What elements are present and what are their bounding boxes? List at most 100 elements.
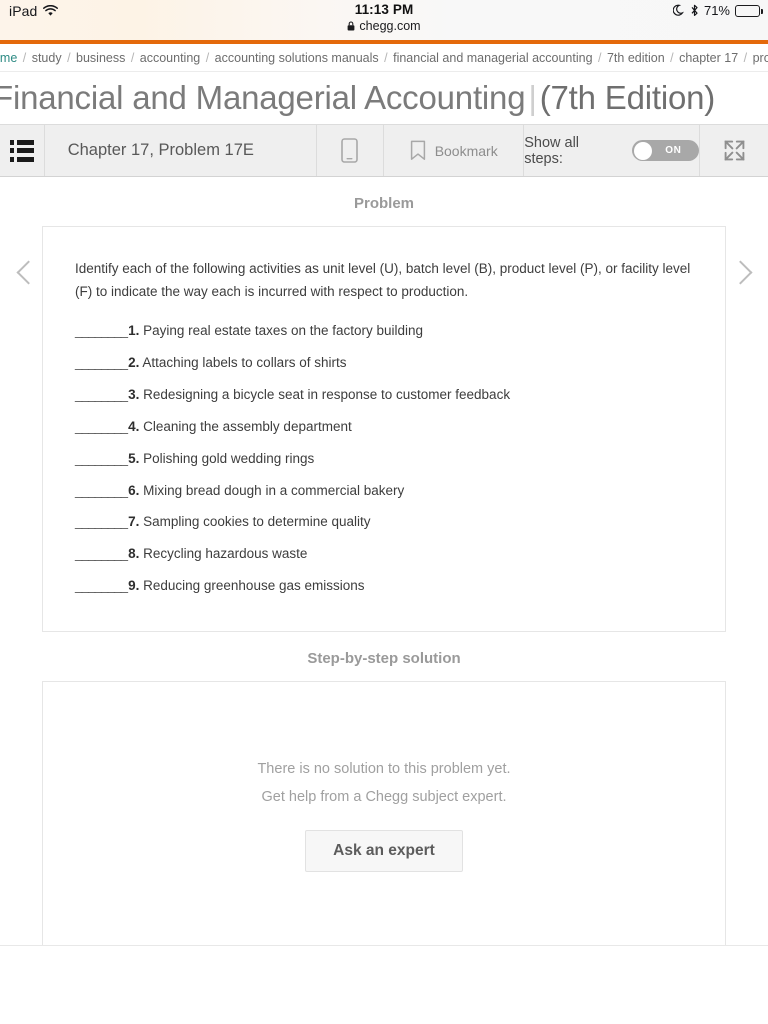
breadcrumb-sep: /	[666, 50, 678, 65]
mobile-device-icon	[341, 138, 359, 163]
activity-item: ________4. Cleaning the assembly departm…	[75, 411, 693, 443]
activity-list: ________1. Paying real estate taxes on t…	[75, 315, 693, 602]
solution-card: There is no solution to this problem yet…	[42, 680, 726, 946]
activity-item: ________5. Polishing gold wedding rings	[75, 443, 693, 475]
activity-item: ________2. Attaching labels to collars o…	[75, 347, 693, 379]
bookmark-icon	[410, 140, 425, 160]
chapter-problem-label: Chapter 17, Problem 17E	[67, 141, 254, 159]
toc-menu-button[interactable]	[0, 125, 45, 176]
breadcrumb-sep: /	[19, 50, 30, 65]
device-name-label: iPad	[9, 3, 38, 19]
page-title: Financial and Managerial Accounting|(7th…	[0, 79, 715, 117]
breadcrumb-item-business[interactable]: business	[76, 51, 125, 65]
activity-number: 4.	[128, 418, 140, 434]
problem-prompt: Identify each of the following activitie…	[75, 261, 691, 300]
answer-blank[interactable]: ________	[75, 323, 128, 338]
activity-text: Polishing gold wedding rings	[143, 450, 315, 466]
page-bottom-divider	[0, 944, 768, 946]
book-title-text: Financial and Managerial Accounting	[0, 79, 526, 116]
answer-blank[interactable]: ________	[75, 451, 128, 466]
breadcrumb-sep: /	[594, 50, 605, 65]
activity-text: Paying real estate taxes on the factory …	[143, 322, 424, 338]
battery-percent-label: 71%	[703, 3, 730, 18]
activity-number: 5.	[128, 450, 140, 466]
breadcrumb-item-book[interactable]: financial and managerial accounting	[393, 51, 592, 65]
activity-number: 8.	[128, 546, 140, 562]
book-edition-text: (7th Edition)	[539, 79, 716, 116]
activity-number: 3.	[128, 386, 140, 402]
breadcrumb-sep: /	[740, 50, 751, 65]
clock-label: 11:13 PM	[354, 2, 414, 17]
activity-number: 7.	[128, 514, 140, 530]
breadcrumb: home / study / business / accounting / a…	[0, 44, 768, 72]
bookmark-button[interactable]: Bookmark	[384, 125, 525, 176]
activity-item: ________1. Paying real estate taxes on t…	[75, 315, 693, 347]
mobile-app-button[interactable]	[317, 125, 385, 176]
answer-blank[interactable]: ________	[75, 514, 128, 529]
show-all-steps-control: Show all steps: ON	[524, 125, 701, 176]
breadcrumb-sep: /	[202, 50, 213, 65]
breadcrumb-item-problem[interactable]: problem	[753, 51, 768, 65]
status-bar-center: 11:13 PM chegg.com	[0, 2, 768, 33]
breadcrumb-sep: /	[127, 50, 138, 65]
answer-blank[interactable]: ________	[75, 578, 128, 593]
chevron-left-icon	[15, 260, 41, 285]
ask-an-expert-button[interactable]: Ask an expert	[305, 829, 463, 872]
activity-text: Recycling hazardous waste	[143, 546, 308, 562]
problem-toolbar: Chapter 17, Problem 17E Bookmark Show al…	[0, 124, 768, 177]
chevron-right-icon	[727, 260, 753, 285]
get-help-message: Get help from a Chegg subject expert.	[261, 789, 507, 806]
expand-arrows-icon	[724, 140, 745, 161]
status-bar-left: iPad	[9, 3, 59, 19]
show-all-steps-label: Show all steps:	[524, 134, 580, 167]
answer-blank[interactable]: ________	[75, 483, 128, 498]
title-divider: |	[528, 79, 537, 116]
answer-blank[interactable]: ________	[75, 546, 128, 561]
fullscreen-button[interactable]	[700, 125, 768, 176]
activity-text: Sampling cookies to determine quality	[143, 514, 371, 530]
answer-blank[interactable]: ________	[75, 419, 128, 434]
breadcrumb-item-accounting[interactable]: accounting	[140, 51, 200, 65]
breadcrumb-sep: /	[380, 50, 392, 65]
activity-number: 1.	[128, 322, 140, 338]
bookmark-label: Bookmark	[434, 142, 498, 159]
breadcrumb-trail: home / study / business / accounting / a…	[0, 51, 768, 65]
moon-icon	[672, 4, 684, 16]
ios-status-bar: iPad 11:13 PM chegg.com 71%	[0, 0, 768, 40]
problem-section-heading: Problem	[353, 195, 414, 212]
activity-text: Mixing bread dough in a commercial baker…	[143, 482, 405, 498]
list-icon	[9, 139, 34, 162]
chapter-problem-selector[interactable]: Chapter 17, Problem 17E	[45, 125, 317, 176]
breadcrumb-item-study[interactable]: study	[32, 51, 62, 65]
activity-text: Attaching labels to collars of shirts	[142, 354, 347, 370]
activity-number: 9.	[128, 578, 140, 594]
url-display: chegg.com	[0, 19, 768, 33]
breadcrumb-item-solutions-manuals[interactable]: accounting solutions manuals	[215, 51, 379, 65]
activity-number: 2.	[128, 354, 140, 370]
toggle-knob	[633, 141, 652, 160]
breadcrumb-item-home[interactable]: home	[0, 51, 17, 65]
breadcrumb-sep: /	[63, 50, 75, 65]
breadcrumb-item-edition[interactable]: 7th edition	[607, 51, 665, 65]
activity-text: Cleaning the assembly department	[143, 418, 352, 434]
activity-item: ________8. Recycling hazardous waste	[75, 539, 693, 571]
activity-item: ________3. Redesigning a bicycle seat in…	[75, 379, 693, 411]
previous-problem-button[interactable]	[0, 226, 56, 632]
answer-blank[interactable]: ________	[75, 355, 128, 370]
breadcrumb-item-chapter[interactable]: chapter 17	[679, 51, 738, 65]
activity-number: 6.	[128, 482, 140, 498]
answer-blank[interactable]: ________	[75, 387, 128, 402]
page-title-bar: Financial and Managerial Accounting|(7th…	[0, 72, 768, 124]
problem-content-area: Problem Identify each of the following a…	[0, 177, 768, 946]
bluetooth-icon	[691, 4, 698, 16]
activity-text: Reducing greenhouse gas emissions	[143, 578, 365, 594]
show-all-steps-toggle[interactable]: ON	[632, 140, 700, 161]
status-bar-right: 71%	[672, 3, 763, 18]
activity-item: ________9. Reducing greenhouse gas emiss…	[75, 571, 693, 603]
no-solution-message: There is no solution to this problem yet…	[257, 760, 511, 777]
next-problem-button[interactable]	[712, 226, 768, 632]
url-text: chegg.com	[359, 19, 421, 33]
wifi-icon	[43, 5, 59, 16]
activity-item: ________7. Sampling cookies to determine…	[75, 507, 693, 539]
problem-card: Identify each of the following activitie…	[42, 226, 726, 632]
